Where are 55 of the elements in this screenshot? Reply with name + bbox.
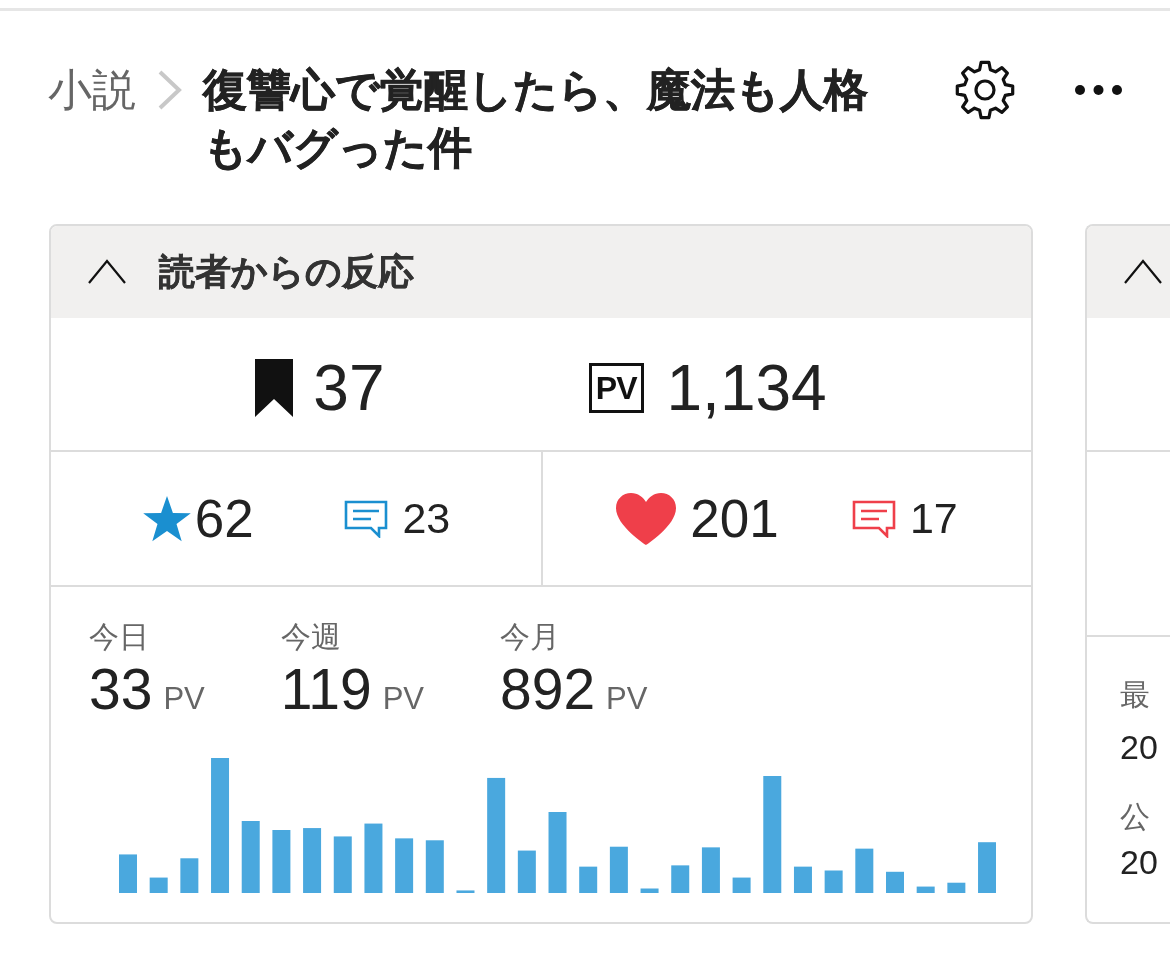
chart-bar	[886, 871, 904, 893]
chart-bar	[855, 848, 874, 893]
pv-label: PV	[588, 363, 644, 413]
chart-bar	[978, 841, 996, 893]
chart-bar	[119, 853, 137, 893]
chart-bar	[701, 846, 720, 893]
page-view-count: 1,134	[666, 356, 827, 420]
page-title: 復讐心で覚醒したら、魔法も人格もバグった件	[203, 64, 869, 174]
stat-value: 119	[280, 659, 372, 719]
chart-bar	[517, 850, 536, 893]
stat-label: 今月	[500, 619, 561, 655]
chart-bar	[395, 837, 414, 893]
chart-bar	[333, 835, 352, 893]
chart-bar	[180, 857, 199, 893]
breadcrumb-link[interactable]: 小説	[48, 61, 136, 119]
chart-bar	[456, 889, 475, 893]
chart-bar	[793, 866, 812, 893]
stat-label: 今日	[89, 619, 150, 655]
stat-value: 33	[89, 659, 153, 719]
chart-bar	[609, 846, 628, 893]
chart-bar	[272, 829, 291, 893]
field-label: 公	[1120, 799, 1151, 835]
field-value: 20	[1120, 842, 1159, 883]
chart-bar	[364, 823, 383, 893]
more-icon[interactable]	[1075, 85, 1122, 95]
stat-label: 今週	[280, 619, 342, 655]
stat-unit: PV	[163, 680, 205, 718]
stat-unit: PV	[606, 680, 648, 718]
chart-bar	[824, 870, 843, 893]
reaction-count: 62	[194, 492, 254, 545]
stat-unit: PV	[382, 680, 424, 718]
chart-bar	[671, 864, 690, 893]
comment-count: 23	[402, 497, 451, 540]
star-icon[interactable]	[141, 495, 192, 542]
chart-bar	[579, 866, 598, 893]
chart-bar	[425, 839, 444, 893]
stat-value: 892	[500, 659, 596, 719]
chart-bar	[149, 877, 168, 893]
comment-icon[interactable]	[851, 499, 896, 538]
card-title: 読者からの反応	[159, 250, 414, 294]
comment-icon[interactable]	[344, 499, 389, 538]
reaction-count: 201	[690, 492, 779, 545]
field-label: 最	[1120, 677, 1151, 713]
bookmark-icon	[255, 359, 294, 417]
settings-icon[interactable]	[955, 60, 1015, 120]
bookmark-count: 37	[313, 356, 385, 420]
chart-bar	[916, 886, 935, 893]
chart-bar	[947, 882, 966, 893]
field-value: 20	[1120, 727, 1159, 768]
heart-icon[interactable]	[616, 492, 677, 545]
chevron-right-icon	[157, 70, 183, 110]
chart-bar	[732, 877, 751, 893]
chart-bar	[640, 888, 659, 893]
chart-bar	[303, 827, 322, 893]
comment-count: 17	[909, 497, 958, 540]
